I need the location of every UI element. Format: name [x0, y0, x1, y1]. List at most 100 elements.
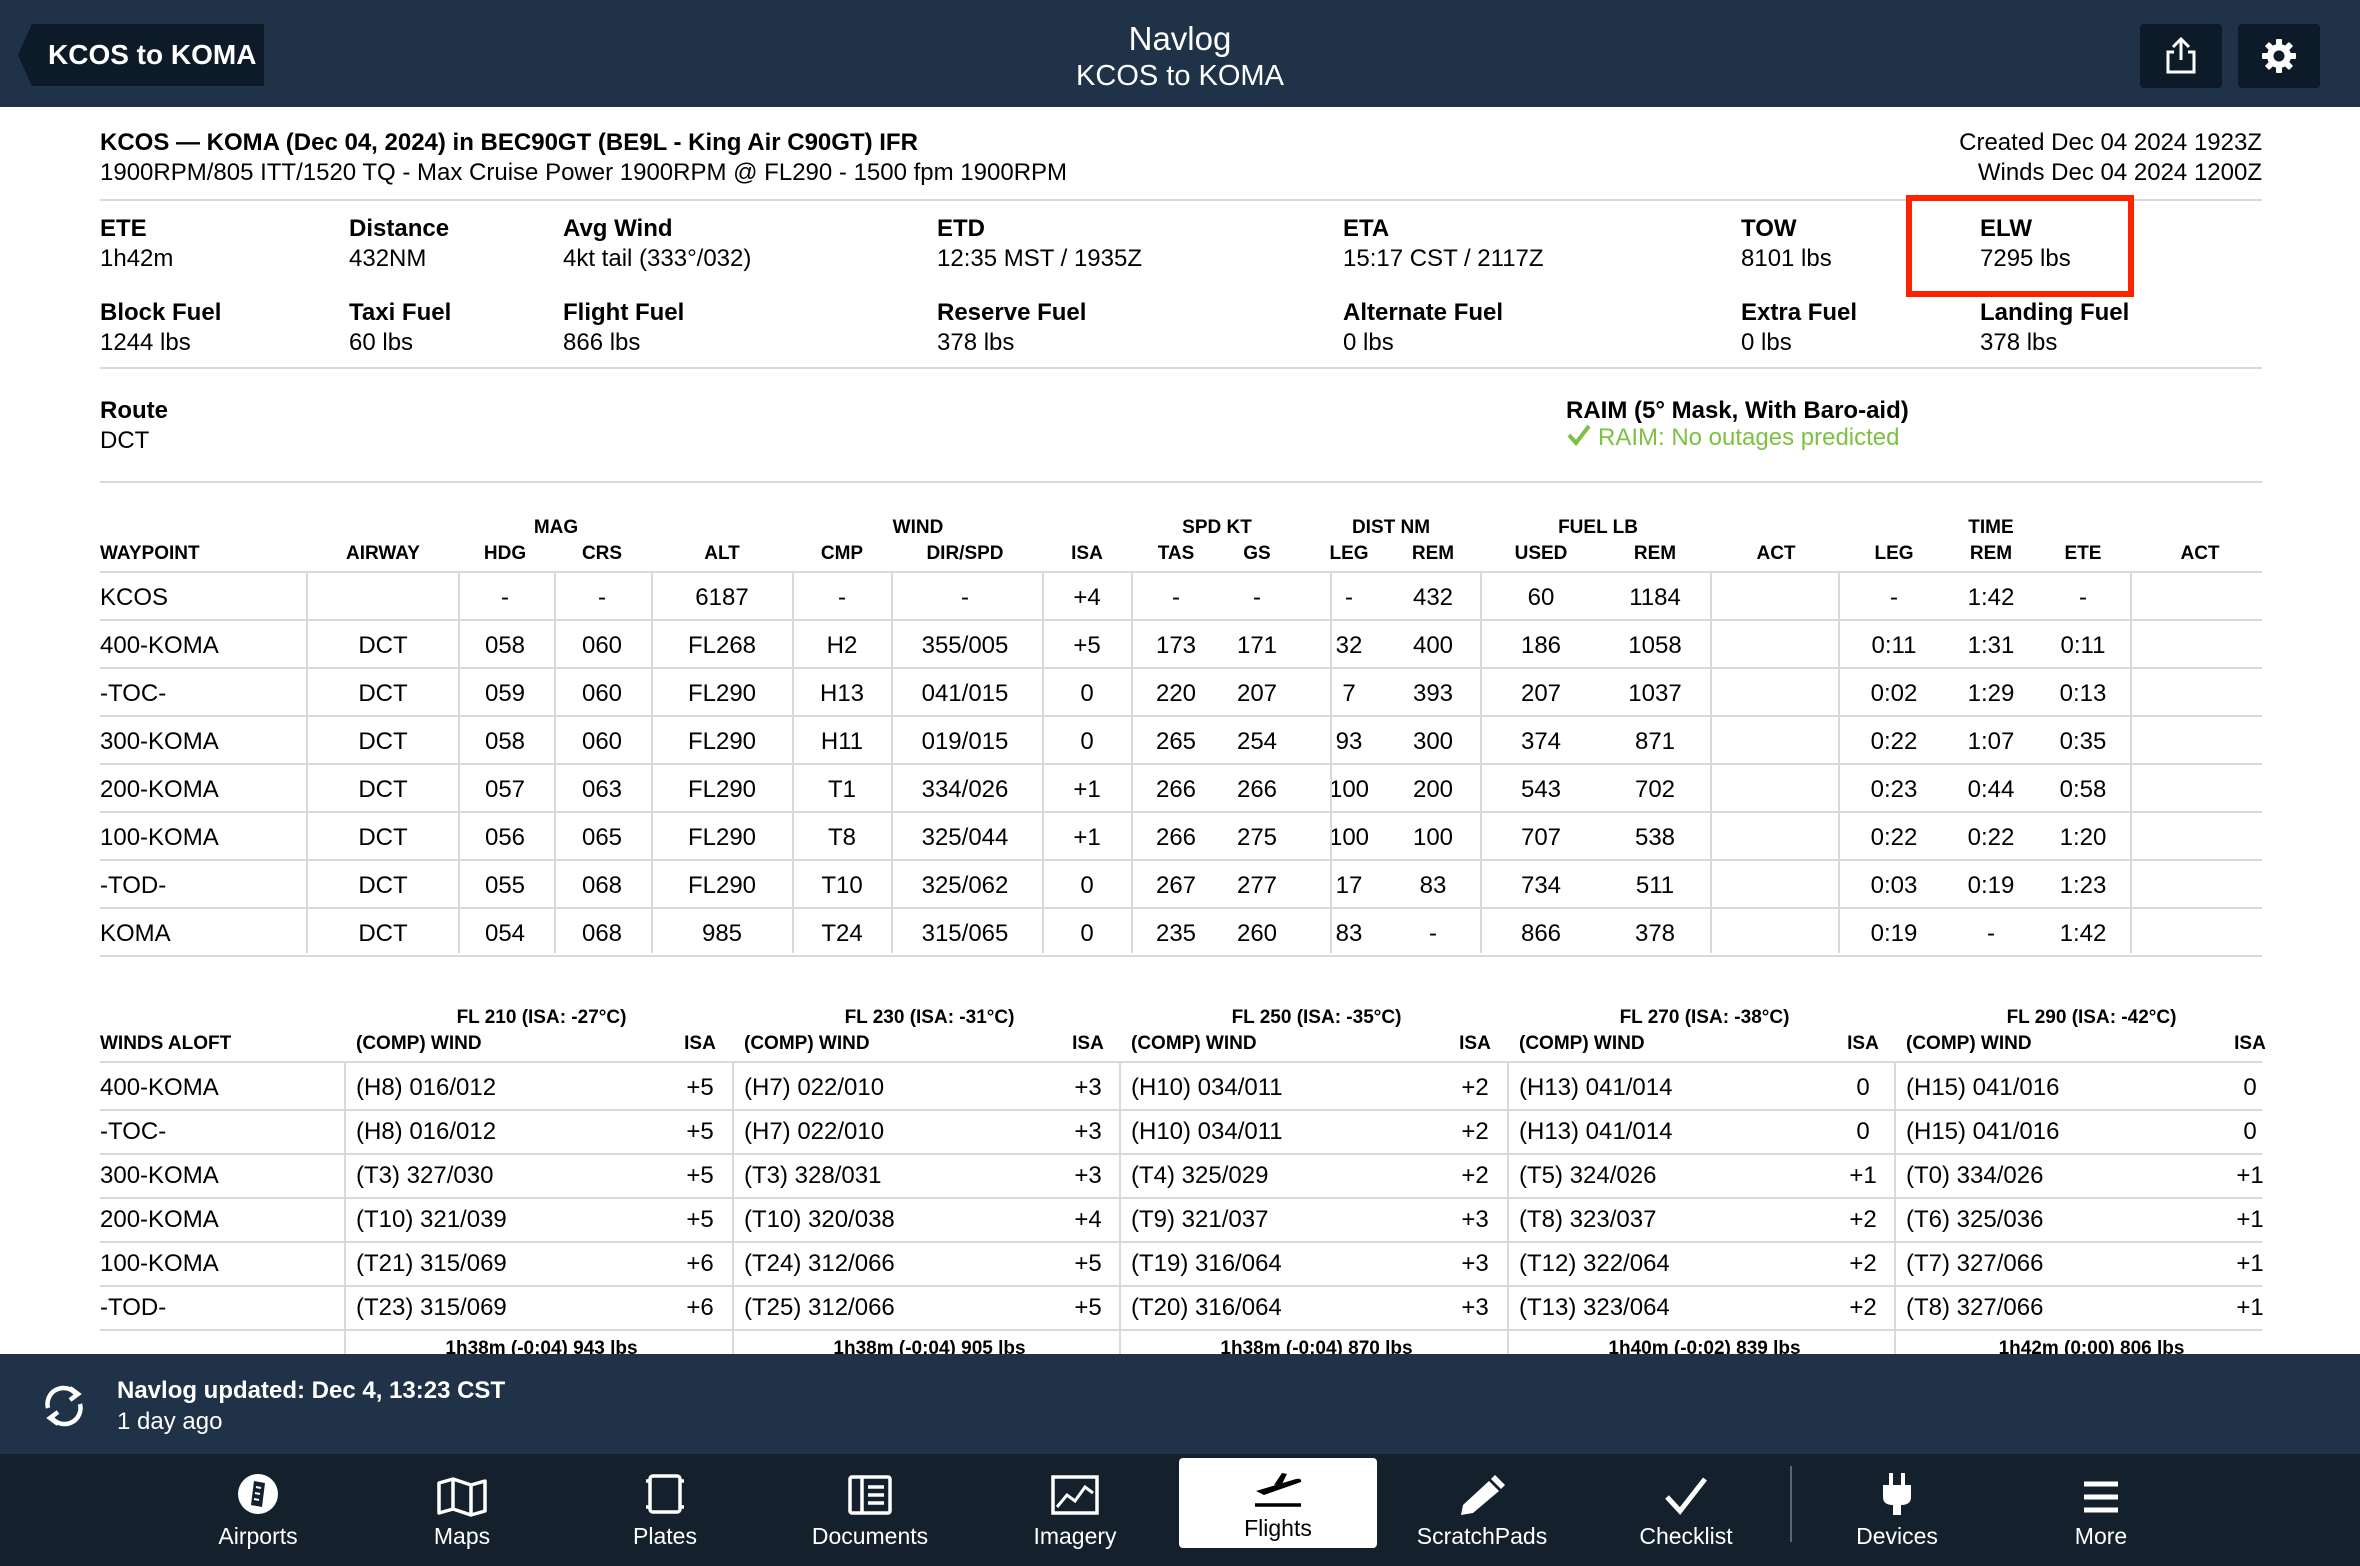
- isa-value: +6: [686, 1250, 714, 1277]
- tab-documents[interactable]: Documents: [770, 1454, 970, 1566]
- stat-label: Flight Fuel: [563, 299, 685, 326]
- column-divider: [458, 573, 460, 953]
- comp-wind-value: (T3) 328/031: [744, 1162, 882, 1189]
- isa-value: +5: [686, 1118, 714, 1145]
- tab-maps[interactable]: Maps: [362, 1454, 562, 1566]
- tab-label: ScratchPads: [1416, 1523, 1548, 1549]
- stat-value: 15:17 CST / 2117Z: [1343, 245, 1544, 272]
- flight-level-header: FL 210 (ISA: -27°C): [456, 1007, 627, 1028]
- isa-value: +3: [1461, 1294, 1489, 1321]
- comp-wind-value: (H10) 034/011: [1131, 1074, 1283, 1101]
- navlog-cell: 200-KOMA: [100, 776, 219, 803]
- stat-value: 378 lbs: [1980, 329, 2058, 356]
- stat-value: 0 lbs: [1741, 329, 1792, 356]
- isa-value: +3: [1074, 1118, 1102, 1145]
- comp-wind-value: (H13) 041/014: [1519, 1074, 1673, 1101]
- row-divider: [100, 1285, 2262, 1287]
- tab-label: Checklist: [1639, 1523, 1733, 1549]
- tab-devices[interactable]: Devices: [1797, 1454, 1997, 1566]
- tab-scratchpads[interactable]: ScratchPads: [1382, 1454, 1582, 1566]
- tab-airports[interactable]: Airports: [158, 1454, 358, 1566]
- settings-button[interactable]: [2238, 24, 2320, 88]
- stat-label: ETE: [100, 215, 147, 242]
- isa-value: +1: [1849, 1162, 1877, 1189]
- navlog-cell: -TOD-: [100, 872, 167, 899]
- column-divider: [2130, 573, 2132, 953]
- tab-label: Flights: [1244, 1515, 1312, 1541]
- row-divider: [100, 1197, 2262, 1199]
- navlog-cell: 0:11: [2060, 632, 2106, 659]
- isa-value: +2: [1849, 1250, 1877, 1277]
- flight-summary-title: KCOS — KOMA (Dec 04, 2024) in BEC90GT (B…: [100, 129, 918, 156]
- share-button[interactable]: [2140, 24, 2222, 88]
- comp-wind-value: (H7) 022/010: [744, 1118, 885, 1145]
- comp-wind-value: (T10) 320/038: [744, 1206, 895, 1233]
- stat-label: Taxi Fuel: [349, 299, 452, 326]
- isa-value: +2: [1849, 1294, 1877, 1321]
- isa-value: +3: [1461, 1250, 1489, 1277]
- row-divider: [100, 667, 2262, 669]
- comp-wind-header: (COMP) WIND: [1906, 1033, 2032, 1054]
- isa-value: +2: [1461, 1074, 1489, 1101]
- refresh-icon[interactable]: [38, 1380, 90, 1432]
- column-divider: [792, 573, 794, 953]
- column-group-header: FUEL LB: [1558, 517, 1638, 538]
- winds-waypoint: 100-KOMA: [100, 1250, 219, 1277]
- isa-value: +5: [1074, 1250, 1102, 1277]
- isa-value: +6: [686, 1294, 714, 1321]
- status-title: Navlog updated: Dec 4, 13:23 CST: [117, 1377, 506, 1404]
- raim-status: RAIM: No outages predicted: [1566, 423, 1900, 452]
- row-divider: [100, 907, 2262, 909]
- gear-icon: [2262, 39, 2296, 73]
- column-divider: [1330, 573, 1332, 953]
- winds-timestamp: Winds Dec 04 2024 1200Z: [1977, 159, 2262, 186]
- maps-icon: [437, 1477, 487, 1517]
- stat-label: TOW: [1741, 215, 1797, 242]
- comp-wind-value: (T13) 323/064: [1519, 1294, 1670, 1321]
- column-group-header: WIND: [892, 517, 944, 538]
- isa-value: +5: [686, 1074, 714, 1101]
- isa-value: +5: [686, 1162, 714, 1189]
- isa-value: +3: [1074, 1162, 1102, 1189]
- comp-wind-header: (COMP) WIND: [1131, 1033, 1257, 1054]
- tab-divider: [1790, 1466, 1792, 1542]
- comp-wind-value: (H7) 022/010: [744, 1074, 885, 1101]
- isa-value: +2: [1849, 1206, 1877, 1233]
- tab-flights[interactable]: Flights: [1179, 1458, 1377, 1548]
- comp-wind-value: (H10) 034/011: [1131, 1118, 1283, 1145]
- comp-wind-header: (COMP) WIND: [356, 1033, 482, 1054]
- navlog-cell: 400-KOMA: [100, 632, 219, 659]
- navlog-cell: 1:42: [2059, 920, 2107, 947]
- devices-icon: [1883, 1473, 1911, 1515]
- comp-wind-value: (T24) 312/066: [744, 1250, 895, 1277]
- navlog-cell: 1:20: [2059, 824, 2107, 851]
- documents-icon: [848, 1475, 892, 1515]
- stat-value: 4kt tail (333°/032): [563, 245, 752, 272]
- isa-value: 0: [2243, 1074, 2257, 1101]
- row-divider: [100, 715, 2262, 717]
- winds-waypoint: 200-KOMA: [100, 1206, 219, 1233]
- column-header: WAYPOINT: [100, 543, 200, 564]
- isa-value: +3: [1074, 1074, 1102, 1101]
- tab-plates[interactable]: Plates: [565, 1454, 765, 1566]
- isa-header: ISA: [2234, 1033, 2266, 1054]
- status-subtitle: 1 day ago: [117, 1408, 223, 1435]
- isa-value: 0: [1856, 1074, 1870, 1101]
- stat-label: Avg Wind: [563, 215, 673, 242]
- stat-value: 378 lbs: [937, 329, 1015, 356]
- isa-header: ISA: [1847, 1033, 1879, 1054]
- tab-checklist[interactable]: Checklist: [1586, 1454, 1786, 1566]
- tab-imagery[interactable]: Imagery: [975, 1454, 1175, 1566]
- row-divider: [100, 1329, 2262, 1331]
- nav-header: KCOS to KOMA Navlog KCOS to KOMA: [0, 0, 2360, 107]
- comp-wind-value: (T23) 315/069: [356, 1294, 507, 1321]
- tab-more[interactable]: More: [2001, 1454, 2201, 1566]
- scratchpads-icon: [1461, 1475, 1505, 1515]
- winds-waypoint: -TOD-: [100, 1294, 167, 1321]
- airports-icon: [238, 1474, 278, 1514]
- stat-label: Extra Fuel: [1741, 299, 1858, 326]
- route-label: Route: [100, 397, 168, 424]
- navlog-cell: -TOC-: [100, 680, 167, 707]
- column-divider: [1710, 573, 1712, 953]
- performance-profile: 1900RPM/805 ITT/1520 TQ - Max Cruise Pow…: [100, 159, 1068, 186]
